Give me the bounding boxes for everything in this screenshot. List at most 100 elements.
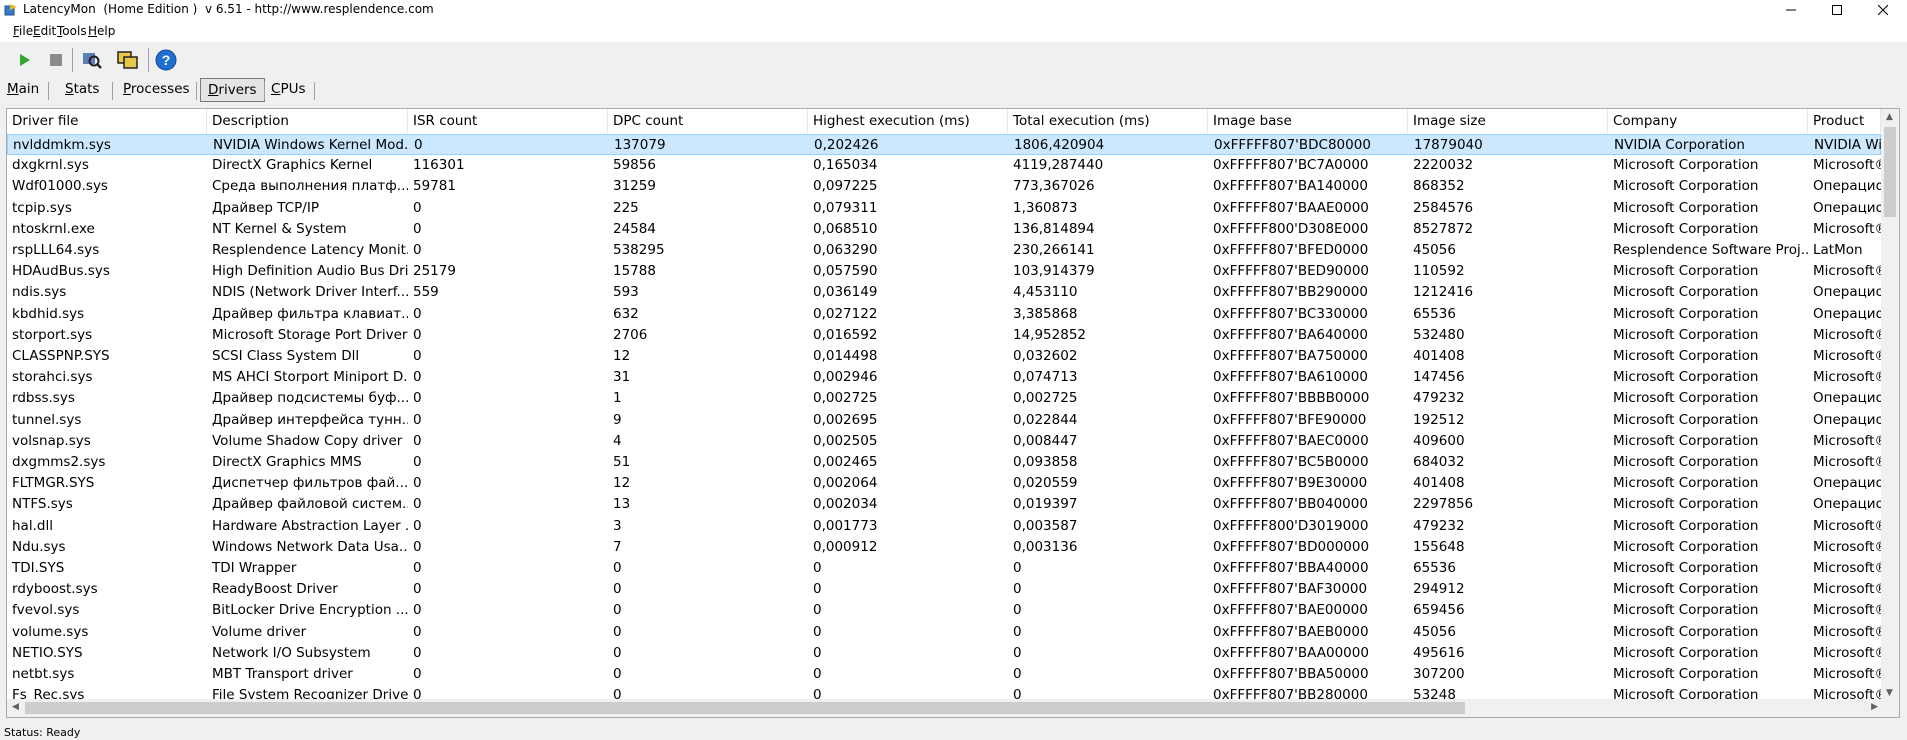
- table-row[interactable]: kbdhid.sys Драйвер фильтра клавиат... 0 632…: [7, 304, 1881, 325]
- table-row[interactable]: HDAudBus.sys High Definition Audio Bus Dr…: [7, 261, 1881, 282]
- column-header-driver-file[interactable]: Driver file: [7, 109, 207, 133]
- tab-drivers[interactable]: Drivers: [200, 78, 265, 102]
- cell-company: Microsoft Corporation: [1613, 602, 1759, 619]
- table-row[interactable]: netbt.sys MBT Transport driver 0 0 0 0 0xFFFFF…: [7, 664, 1881, 685]
- cell-product: Microsoft®: [1813, 157, 1881, 174]
- cell-image-base: 0xFFFFF807'BD000000: [1213, 538, 1370, 555]
- scroll-down-icon[interactable]: ▼: [1886, 688, 1893, 698]
- menu-tools[interactable]: Tools: [57, 24, 87, 38]
- cell-company: Microsoft Corporation: [1613, 517, 1759, 534]
- close-icon: [1878, 5, 1888, 15]
- cell-total-execution: 0,032602: [1013, 348, 1078, 364]
- column-header-image-base[interactable]: Image base: [1208, 109, 1408, 133]
- search-process-button[interactable]: [80, 48, 104, 72]
- cell-image-base: 0xFFFFF807'BDC80000: [1214, 137, 1371, 153]
- minimize-button[interactable]: [1768, 0, 1814, 20]
- horizontal-scrollbar[interactable]: ◀ ▶: [7, 699, 1883, 717]
- cell-image-base: 0xFFFFF807'BAAE0000: [1213, 199, 1369, 216]
- table-row[interactable]: FLTMGR.SYS Диспетчер фильтров фай... 0 12 0,…: [7, 473, 1881, 494]
- menu-file[interactable]: File: [13, 24, 33, 38]
- cell-product: Операцион: [1813, 496, 1881, 513]
- close-button[interactable]: [1860, 0, 1906, 20]
- scroll-left-icon[interactable]: ◀: [12, 702, 19, 712]
- drivers-list[interactable]: Driver file Description ISR count DPC co…: [6, 108, 1900, 718]
- windows-button[interactable]: [116, 48, 140, 72]
- table-row[interactable]: rdyboost.sys ReadyBoost Driver 0 0 0 0 0xFFFFF…: [7, 579, 1881, 600]
- cell-company: Microsoft Corporation: [1613, 220, 1759, 237]
- scroll-up-icon[interactable]: ▲: [1886, 112, 1893, 122]
- cell-image-size: 110592: [1413, 263, 1465, 280]
- cell-total-execution: 230,266141: [1013, 242, 1095, 258]
- table-row[interactable]: Wdf01000.sys Среда выполнения платф... 597…: [7, 176, 1881, 197]
- table-row[interactable]: hal.dll Hardware Abstraction Layer ... 0 3 0…: [7, 516, 1881, 537]
- column-header-highest-execution[interactable]: Highest execution (ms): [808, 109, 1008, 133]
- cell-product: Microsoft®: [1813, 326, 1881, 343]
- table-row[interactable]: ntoskrnl.exe NT Kernel & System 0 24584 0,06…: [7, 219, 1881, 240]
- cell-total-execution: 0,008447: [1013, 432, 1078, 449]
- tab-stats[interactable]: Stats: [58, 78, 106, 102]
- cell-image-base: 0xFFFFF807'BFED0000: [1213, 242, 1369, 258]
- table-row[interactable]: NTFS.sys Драйвер файловой систем... 0 13 0,0…: [7, 494, 1881, 515]
- stop-icon: [50, 54, 62, 66]
- cell-description: Volume Shadow Copy driver: [212, 432, 403, 449]
- table-row[interactable]: storahci.sys MS AHCI Storport Miniport D.…: [7, 367, 1881, 388]
- cell-product: Microsoft®: [1813, 517, 1881, 534]
- table-row[interactable]: volume.sys Volume driver 0 0 0 0 0xFFFFF807'BA…: [7, 622, 1881, 643]
- table-row[interactable]: volsnap.sys Volume Shadow Copy driver 0 4 0,…: [7, 431, 1881, 452]
- table-row[interactable]: tunnel.sys Драйвер интерфейса тунн... 0 9 0,…: [7, 410, 1881, 431]
- cell-driver-file: NTFS.sys: [12, 496, 73, 513]
- cell-company: Microsoft Corporation: [1613, 157, 1759, 174]
- column-header-dpc-count[interactable]: DPC count: [608, 109, 808, 133]
- cell-dpc-count: 0: [613, 560, 622, 576]
- stop-button[interactable]: [44, 48, 68, 72]
- vertical-scroll-thumb[interactable]: [1884, 127, 1896, 217]
- cell-company: Microsoft Corporation: [1613, 390, 1759, 407]
- vertical-scrollbar[interactable]: ▲ ▼: [1881, 109, 1899, 701]
- menu-edit[interactable]: Edit: [33, 24, 56, 38]
- cell-isr-count: 0: [413, 454, 422, 470]
- table-row[interactable]: rspLLL64.sys Resplendence Latency Monit..…: [7, 240, 1881, 261]
- tab-cpus[interactable]: CPUs: [264, 78, 313, 102]
- table-row[interactable]: rdbss.sys Драйвер подсистемы буф... 0 1 0,00…: [7, 388, 1881, 409]
- cell-product: Microsoft®: [1813, 666, 1881, 682]
- table-row[interactable]: tcpip.sys Драйвер TCP/IP 0 225 0,079311 1,360…: [7, 198, 1881, 219]
- cell-description: Драйвер TCP/IP: [212, 199, 319, 216]
- table-row[interactable]: dxgkrnl.sys DirectX Graphics Kernel 116301…: [7, 155, 1881, 176]
- maximize-button[interactable]: [1814, 0, 1860, 20]
- tab-processes[interactable]: Processes: [116, 78, 197, 102]
- table-row[interactable]: fvevol.sys BitLocker Drive Encryption ...…: [7, 600, 1881, 621]
- cell-product: Microsoft®: [1813, 263, 1881, 280]
- cell-dpc-count: 225: [613, 199, 639, 216]
- table-row[interactable]: NETIO.SYS Network I/O Subsystem 0 0 0 0 0xFFFF…: [7, 643, 1881, 664]
- table-row[interactable]: TDI.SYS TDI Wrapper 0 0 0 0 0xFFFFF807'BBA4000…: [7, 558, 1881, 579]
- column-header-image-size[interactable]: Image size: [1408, 109, 1608, 133]
- table-row[interactable]: dxgmms2.sys DirectX Graphics MMS 0 51 0,0024…: [7, 452, 1881, 473]
- cell-total-execution: 0,003587: [1013, 517, 1078, 534]
- tab-main[interactable]: Main: [0, 78, 46, 102]
- cell-highest-execution: 0,079311: [813, 199, 878, 216]
- column-header-total-execution[interactable]: Total execution (ms): [1008, 109, 1208, 133]
- table-row[interactable]: ndis.sys NDIS (Network Driver Interf... 55…: [7, 282, 1881, 303]
- table-row[interactable]: storport.sys Microsoft Storage Port Drive…: [7, 325, 1881, 346]
- start-button[interactable]: [12, 48, 36, 72]
- cell-driver-file: fvevol.sys: [12, 602, 80, 619]
- cell-highest-execution: 0,016592: [813, 326, 878, 343]
- table-row[interactable]: nvlddmkm.sys NVIDIA Windows Kernel Mod...…: [7, 134, 1882, 155]
- table-row[interactable]: Ndu.sys Windows Network Data Usa... 0 7 0,00…: [7, 537, 1881, 558]
- column-header-description[interactable]: Description: [207, 109, 408, 133]
- cell-dpc-count: 15788: [613, 263, 656, 280]
- help-button[interactable]: ?: [154, 48, 178, 72]
- cell-dpc-count: 538295: [613, 242, 665, 258]
- scroll-right-icon[interactable]: ▶: [1871, 702, 1878, 712]
- tab-separator: [314, 82, 315, 100]
- table-row[interactable]: CLASSPNP.SYS SCSI Class System Dll 0 12 0,01…: [7, 346, 1881, 367]
- cell-description: High Definition Audio Bus Dri...: [212, 263, 408, 280]
- horizontal-scroll-thumb[interactable]: [25, 702, 1465, 714]
- column-header-isr-count[interactable]: ISR count: [408, 109, 608, 133]
- column-header-product[interactable]: Product: [1808, 109, 1881, 133]
- menu-help[interactable]: Help: [88, 24, 115, 38]
- column-header-company[interactable]: Company: [1608, 109, 1808, 133]
- table-header: Driver file Description ISR count DPC co…: [7, 109, 1881, 133]
- cell-isr-count: 0: [413, 242, 422, 258]
- cell-isr-count: 59781: [413, 178, 456, 195]
